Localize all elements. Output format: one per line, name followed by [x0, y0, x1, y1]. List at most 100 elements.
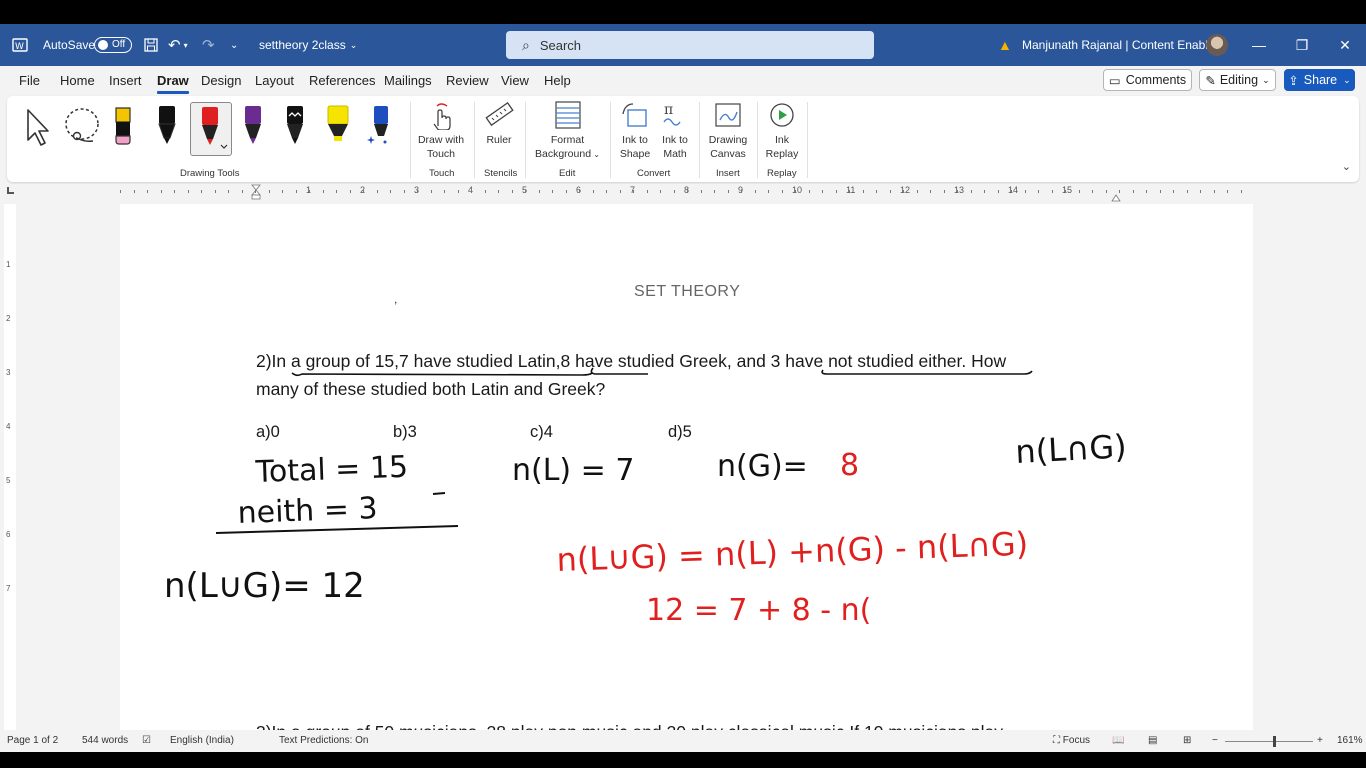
ruler-label: Ruler — [486, 134, 512, 146]
comments-button[interactable]: ▭ Comments — [1103, 69, 1192, 91]
ruler-tick — [255, 190, 256, 193]
ruler-tick — [404, 190, 405, 193]
autosave-toggle[interactable]: Off — [94, 37, 132, 53]
draw-with-touch-label-1: Draw with — [417, 134, 465, 146]
editing-button[interactable]: ✎ Editing ⌄ — [1199, 69, 1276, 91]
warning-icon[interactable]: ▲ — [998, 24, 1012, 66]
tab-home[interactable]: Home — [60, 73, 95, 88]
ruler-tick — [377, 190, 378, 193]
ruler-button[interactable]: Ruler — [479, 100, 519, 147]
ink-to-shape-button[interactable]: Ink to Shape — [615, 100, 655, 161]
eraser-icon[interactable] — [107, 102, 143, 156]
word-count[interactable]: 544 words — [82, 735, 128, 746]
vruler-number: 7 — [6, 584, 11, 593]
zoom-level[interactable]: 161% — [1337, 735, 1363, 746]
document-page[interactable]: SET THEORY , 2)In a group of 15,7 have s… — [120, 204, 1253, 752]
share-button[interactable]: ⇪ Share ⌄ — [1284, 69, 1355, 91]
ruler-tick — [957, 190, 958, 193]
ruler-tick — [363, 190, 364, 193]
tab-selector-icon[interactable] — [7, 187, 14, 194]
save-icon[interactable] — [143, 24, 159, 66]
zoom-slider-thumb[interactable] — [1273, 736, 1276, 747]
ruler-tick — [714, 190, 715, 193]
group-separator — [410, 102, 411, 178]
close-icon[interactable]: ✕ — [1330, 24, 1360, 66]
lasso-select-icon[interactable] — [63, 102, 99, 156]
restore-icon[interactable]: ❐ — [1287, 24, 1317, 66]
undo-icon[interactable]: ↶ ▾ — [168, 24, 188, 66]
ruler-tick — [350, 190, 351, 193]
ruler-tick — [809, 190, 810, 193]
tab-file[interactable]: File — [19, 73, 40, 88]
search-box[interactable]: ⌕ Search — [506, 31, 874, 59]
ruler-tick — [633, 190, 634, 193]
svg-text:π: π — [664, 102, 673, 118]
pencil-icon: ✎ — [1205, 73, 1216, 88]
draw-ribbon: Drawing Tools Draw with Touch Touch Rule… — [7, 96, 1359, 182]
tab-design[interactable]: Design — [201, 73, 241, 88]
zoom-in-icon[interactable]: + — [1317, 735, 1323, 746]
ink-n-l-intersect-g: n(L∩G) — [1014, 427, 1127, 471]
ruler-tick — [228, 190, 229, 193]
tab-help[interactable]: Help — [544, 73, 571, 88]
customize-qat-icon[interactable]: ⌄ — [230, 24, 238, 66]
purple-pen-icon[interactable] — [236, 102, 272, 156]
ink-total-divider — [215, 525, 459, 534]
web-layout-icon[interactable]: ⊞ — [1183, 735, 1191, 746]
focus-label: Focus — [1062, 735, 1091, 746]
format-background-button[interactable]: Format Background ⌄ — [530, 100, 605, 162]
drawing-canvas-button[interactable]: Drawing Canvas — [704, 100, 752, 161]
avatar[interactable] — [1206, 34, 1228, 56]
zoom-out-icon[interactable]: − — [1212, 735, 1218, 746]
tab-mailings[interactable]: Mailings — [384, 73, 432, 88]
ruler-tick — [687, 190, 688, 193]
red-pen-icon[interactable] — [190, 102, 232, 156]
ruler-tick — [215, 190, 216, 193]
group-label-edit: Edit — [559, 168, 576, 179]
highlighter-icon[interactable] — [321, 102, 357, 156]
ruler-tick — [822, 190, 823, 193]
minimize-icon[interactable]: — — [1244, 24, 1274, 66]
tab-draw[interactable]: Draw — [157, 73, 189, 94]
ruler-tick — [525, 190, 526, 193]
tab-insert[interactable]: Insert — [109, 73, 142, 88]
ruler-tick — [417, 190, 418, 193]
indent-marker-icon[interactable] — [251, 184, 261, 200]
print-layout-icon[interactable]: ▤ — [1148, 735, 1157, 746]
tab-layout[interactable]: Layout — [255, 73, 294, 88]
ruler-tick — [296, 190, 297, 193]
user-name[interactable]: Manjunath Rajanal | Content Enablers — [1022, 24, 1225, 66]
black-pen-icon[interactable] — [150, 102, 186, 156]
ruler-tick — [1025, 190, 1026, 193]
comments-label: Comments — [1125, 73, 1187, 87]
ruler-tick — [741, 190, 742, 193]
draw-with-touch-button[interactable]: Draw with Touch — [412, 100, 470, 161]
sparkle-pen-icon[interactable] — [363, 102, 399, 156]
ruler-tick — [1227, 190, 1228, 193]
galaxy-pen-icon[interactable] — [278, 102, 314, 156]
horizontal-ruler[interactable]: 123456789101112131415 — [0, 184, 1366, 202]
group-separator — [699, 102, 700, 178]
ribbon-collapse-icon[interactable]: ⌄ — [1342, 160, 1351, 173]
tab-review[interactable]: Review — [446, 73, 489, 88]
tab-view[interactable]: View — [501, 73, 529, 88]
zoom-slider[interactable] — [1225, 736, 1313, 747]
focus-button[interactable]: ⛶ Focus — [1053, 735, 1090, 746]
format-background-icon — [530, 100, 605, 130]
tab-references[interactable]: References — [309, 73, 375, 88]
ruler-tick — [998, 190, 999, 193]
ruler-tick — [1065, 190, 1066, 193]
read-mode-icon[interactable]: 📖 — [1112, 735, 1124, 746]
ink-replay-button[interactable]: Ink Replay — [761, 100, 803, 161]
vertical-ruler[interactable]: 1 2 3 4 5 6 7 — [4, 204, 16, 744]
document-title[interactable]: settheory 2class ⌄ — [259, 24, 357, 66]
text-predictions[interactable]: Text Predictions: On — [279, 735, 368, 746]
select-tool-icon[interactable] — [20, 102, 56, 156]
autosave-state: Off — [112, 39, 126, 50]
language[interactable]: English (India) — [170, 735, 234, 746]
ink-to-math-button[interactable]: π Ink to Math — [655, 100, 695, 161]
redo-icon[interactable]: ↷ — [202, 24, 215, 66]
page-count[interactable]: Page 1 of 2 — [7, 735, 58, 746]
proofing-icon[interactable]: ☑ — [142, 735, 151, 746]
ruler-tick — [282, 190, 283, 193]
